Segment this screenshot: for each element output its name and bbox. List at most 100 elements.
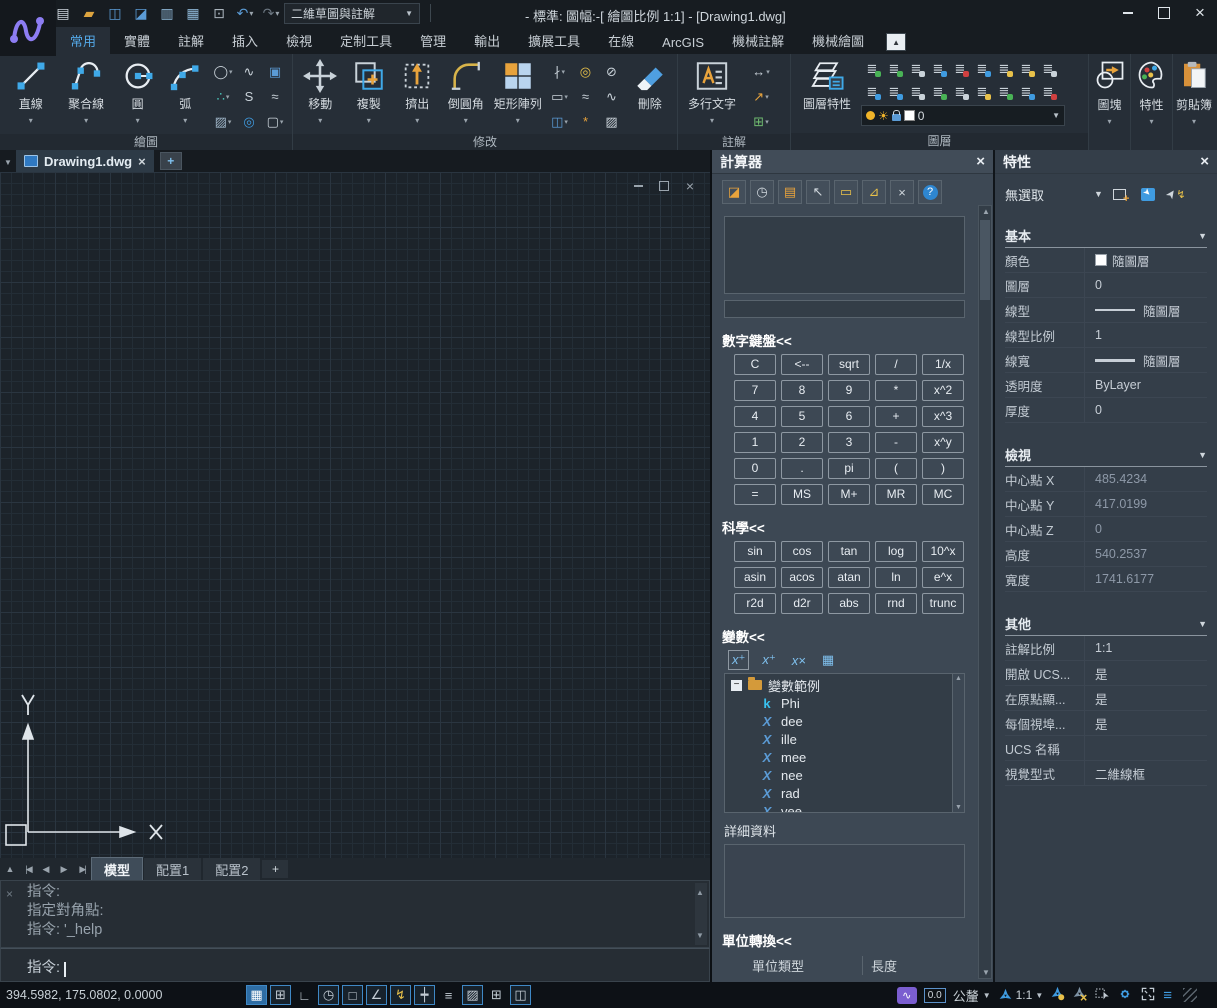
layer-tool-icon[interactable]: ≣	[949, 57, 971, 80]
property-row[interactable]: 中心點 X485.4234	[1005, 467, 1207, 492]
calc-button[interactable]: 0	[734, 458, 776, 479]
annotation-scale-dropdown[interactable]: 1:1	[998, 988, 1044, 1003]
line-button[interactable]: 直線	[4, 57, 57, 126]
calc-button[interactable]: 2	[781, 432, 823, 453]
command-scrollbar[interactable]	[695, 883, 707, 945]
rectangular-array-button[interactable]: 矩形陣列	[491, 57, 544, 126]
polyline-button[interactable]: 聚合線	[59, 57, 112, 126]
variable-row[interactable]: Xnee	[731, 766, 950, 784]
calculator-toolbar-button[interactable]: ◪	[722, 180, 746, 204]
ribbon-panel-clipboard[interactable]: 剪貼簿	[1173, 54, 1215, 150]
viewport-restore-button[interactable]	[658, 180, 670, 192]
property-row[interactable]: 線型比例1	[1005, 323, 1207, 348]
variable-toolbar-button[interactable]: x⁺	[759, 651, 778, 669]
calc-button[interactable]: asin	[734, 567, 776, 588]
circle-button[interactable]: 圓	[115, 57, 161, 126]
calc-button[interactable]: 6	[828, 406, 870, 427]
statusbar-toggle[interactable]: ∟	[294, 985, 315, 1005]
calc-button[interactable]: 8	[781, 380, 823, 401]
property-row[interactable]: 中心點 Z0	[1005, 517, 1207, 542]
resize-grip[interactable]	[1183, 988, 1197, 1002]
variables-section-header[interactable]: 變數<<	[722, 626, 993, 646]
calculator-toolbar-button[interactable]: ◷	[750, 180, 774, 204]
calc-button[interactable]: MR	[875, 484, 917, 505]
layer-tool-icon[interactable]: ≣	[861, 80, 883, 103]
property-row[interactable]: UCS 名稱	[1005, 736, 1207, 761]
variables-folder-row[interactable]: 變數範例	[731, 676, 950, 694]
ribbon-tab[interactable]: 註解	[164, 27, 218, 54]
property-row[interactable]: 寬度1741.6177	[1005, 567, 1207, 592]
calculator-toolbar-button[interactable]: ↖	[806, 180, 830, 204]
statusbar-toggle[interactable]: ◷	[318, 985, 339, 1005]
quick-access-button[interactable]: ▰▾	[78, 2, 100, 24]
command-input[interactable]: 指令:	[0, 948, 710, 982]
quick-access-button[interactable]: ▥▾	[156, 2, 178, 24]
variable-row[interactable]: Xmee	[731, 748, 950, 766]
ribbon-tab[interactable]: 機械繪圖	[798, 27, 878, 54]
calc-button[interactable]: /	[875, 354, 917, 375]
app-logo[interactable]	[0, 0, 56, 56]
minimize-button[interactable]	[1119, 4, 1137, 22]
layer-tool-icon[interactable]: ≣	[993, 57, 1015, 80]
layer-tool-icon[interactable]: ≣	[883, 80, 905, 103]
next-layout-icon[interactable]	[56, 864, 72, 875]
calc-button[interactable]: MS	[781, 484, 823, 505]
calc-button[interactable]: +	[875, 406, 917, 427]
close-icon[interactable]	[6, 885, 13, 904]
section-header[interactable]: 其他	[1005, 614, 1207, 636]
viewport-close-button[interactable]	[684, 180, 696, 192]
property-row[interactable]: 線型隨圖層	[1005, 298, 1207, 323]
calc-button[interactable]: *	[875, 380, 917, 401]
new-document-tab-button[interactable]	[160, 152, 182, 170]
calc-button[interactable]: pi	[828, 458, 870, 479]
statusbar-toggle[interactable]: ⊞	[270, 985, 291, 1005]
app-badge-icon[interactable]	[897, 987, 917, 1004]
calc-button[interactable]: .	[781, 458, 823, 479]
variable-row[interactable]: Xvee	[731, 802, 950, 813]
modify-tool-icon[interactable]: ▨▾	[598, 109, 624, 134]
panel-label-layers[interactable]: 圖層	[791, 133, 1088, 150]
property-row[interactable]: 高度540.2537	[1005, 542, 1207, 567]
layer-tool-icon[interactable]: ≣	[927, 57, 949, 80]
calc-button[interactable]: atan	[828, 567, 870, 588]
calc-button[interactable]: x^2	[922, 380, 964, 401]
annotate-tool-icon[interactable]: ↗▾	[744, 84, 778, 109]
calc-button[interactable]: 7	[734, 380, 776, 401]
numpad-section-header[interactable]: 數字鍵盤<<	[722, 330, 993, 350]
calc-button[interactable]: abs	[828, 593, 870, 614]
close-icon[interactable]	[138, 154, 146, 169]
calc-button[interactable]: MC	[922, 484, 964, 505]
calc-button[interactable]: e^x	[922, 567, 964, 588]
modify-tool-icon[interactable]: *▾	[572, 109, 598, 134]
calc-button[interactable]: 1	[734, 432, 776, 453]
property-row[interactable]: 厚度0	[1005, 398, 1207, 423]
ribbon-tab[interactable]: 管理	[406, 27, 460, 54]
property-row[interactable]: 圖層0	[1005, 273, 1207, 298]
maximize-button[interactable]	[1155, 4, 1173, 22]
modify-tool-icon[interactable]: ≈▾	[572, 84, 598, 109]
statusbar-toggle[interactable]: ▦	[246, 985, 267, 1005]
calc-button[interactable]: x^3	[922, 406, 964, 427]
ribbon-tab[interactable]: 定制工具	[326, 27, 406, 54]
arc-button[interactable]: 弧	[162, 57, 208, 126]
calc-button[interactable]: 4	[734, 406, 776, 427]
property-row[interactable]: 中心點 Y417.0199	[1005, 492, 1207, 517]
panel-label-annotate[interactable]: 註解	[678, 134, 790, 150]
copy-button[interactable]: 複製	[346, 57, 393, 126]
draw-tool-icon[interactable]: S▾	[236, 84, 262, 109]
modify-tool-icon[interactable]: ∤▾	[546, 59, 572, 84]
layer-tool-icon[interactable]: ≣	[1015, 57, 1037, 80]
layer-tool-icon[interactable]: ≣	[993, 80, 1015, 103]
ribbon-tab[interactable]: 輸出	[460, 27, 514, 54]
ribbon-tab[interactable]: 實體	[110, 27, 164, 54]
ribbon-tab[interactable]: 插入	[218, 27, 272, 54]
calc-button[interactable]: 3	[828, 432, 870, 453]
draw-tool-icon[interactable]: ▣▾	[262, 59, 288, 84]
units-dropdown[interactable]: 公釐	[953, 986, 991, 1005]
calc-button[interactable]: 1/x	[922, 354, 964, 375]
property-row[interactable]: 透明度ByLayer	[1005, 373, 1207, 398]
calc-button[interactable]: sin	[734, 541, 776, 562]
ribbon-tab[interactable]: 擴展工具	[514, 27, 594, 54]
layer-dropdown[interactable]: 0	[861, 105, 1065, 126]
ribbon-tab[interactable]: ArcGIS	[648, 31, 718, 54]
